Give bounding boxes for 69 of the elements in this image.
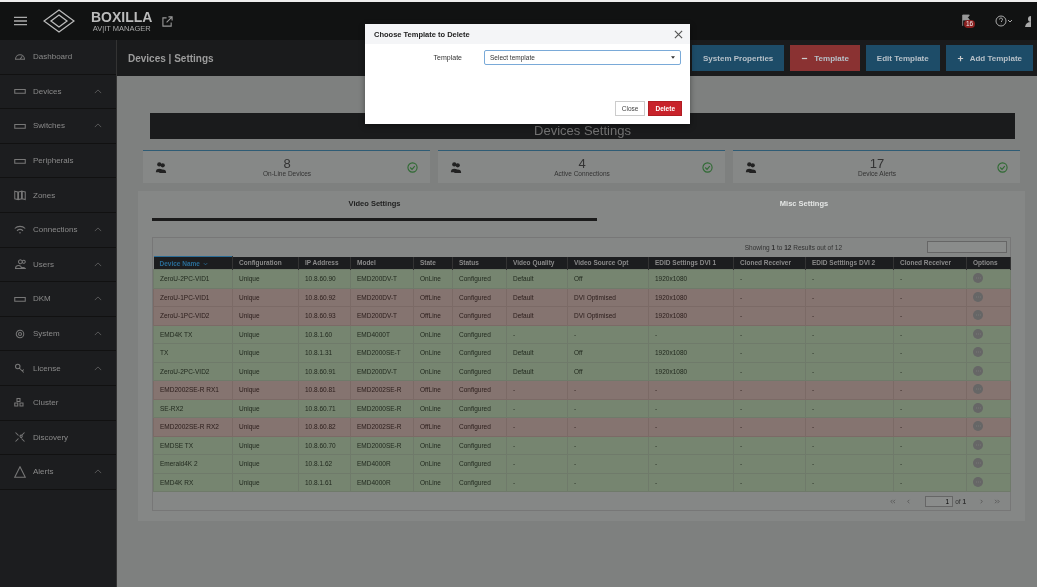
sidebar-item[interactable]: Zones: [0, 178, 116, 213]
sidebar-item[interactable]: Switches: [0, 109, 116, 144]
sidebar-item[interactable]: Cluster: [0, 385, 116, 421]
caret-icon: [671, 56, 675, 59]
chevron-up-icon: [94, 365, 102, 371]
sidebar-item[interactable]: Alerts: [0, 455, 116, 490]
double-chevron-left-icon: [888, 498, 896, 504]
chevron-right-icon: [977, 498, 985, 504]
double-chevron-right-icon: [993, 498, 1001, 504]
sidebar-item[interactable]: Dashboard: [0, 40, 116, 75]
map-icon: [14, 189, 26, 202]
chevron-up-icon: [94, 88, 102, 94]
options-icon[interactable]: [973, 310, 983, 321]
chevron-up-icon: [94, 296, 102, 302]
sidebar-item[interactable]: License: [0, 351, 116, 386]
warning-icon: [14, 465, 26, 478]
options-icon[interactable]: [973, 328, 983, 339]
external-link-icon[interactable]: [162, 15, 174, 27]
header-button[interactable]: Edit Template: [865, 45, 940, 71]
options-icon[interactable]: [973, 347, 983, 358]
stat-value: 8: [283, 157, 291, 170]
check-circle-icon: [407, 161, 418, 173]
check-circle-icon: [702, 161, 713, 173]
sidebar-item[interactable]: System: [0, 316, 116, 352]
chevron-up-icon: [94, 123, 102, 129]
chevron-up-icon: [94, 261, 102, 267]
brand-name: BOXILLA: [91, 9, 153, 25]
header-button[interactable]: Template: [790, 45, 860, 71]
options-icon[interactable]: [973, 476, 983, 487]
close-icon[interactable]: [674, 29, 683, 39]
sort-caret-icon: [203, 261, 208, 266]
sidebar-item[interactable]: Devices: [0, 74, 116, 110]
plus-icon: [956, 54, 964, 62]
users-icon: [14, 258, 26, 271]
users-icon: [450, 161, 462, 173]
stat-value: 4: [578, 157, 586, 170]
help-icon[interactable]: [995, 15, 1015, 27]
options-icon[interactable]: [973, 439, 983, 450]
chevron-left-icon: [904, 498, 912, 504]
user-icon[interactable]: [1025, 15, 1031, 27]
options-icon[interactable]: [973, 291, 983, 302]
chevron-up-icon: [94, 227, 102, 233]
key-icon: [14, 362, 26, 375]
cluster-icon: [14, 396, 26, 409]
sidebar-item[interactable]: Discovery: [0, 420, 116, 456]
options-icon[interactable]: [973, 384, 983, 395]
page-title: Devices | Settings: [128, 52, 214, 64]
diamond-logo-icon: [43, 9, 75, 33]
options-icon[interactable]: [973, 402, 983, 413]
options-icon[interactable]: [973, 273, 983, 284]
stat-value: 17: [869, 157, 885, 170]
sidebar-item[interactable]: DKM: [0, 282, 116, 317]
sidebar-item[interactable]: Connections: [0, 212, 116, 248]
chevron-up-icon: [94, 469, 102, 475]
sidebar-item[interactable]: Peripherals: [0, 143, 116, 179]
options-icon[interactable]: [973, 365, 983, 376]
sidebar-item[interactable]: Users: [0, 247, 116, 283]
users-icon: [745, 161, 757, 173]
wifi-icon: [14, 223, 26, 236]
header-button[interactable]: Add Template: [945, 45, 1033, 71]
chevron-up-icon: [94, 331, 102, 337]
users-icon: [155, 161, 167, 173]
options-icon[interactable]: [973, 458, 983, 469]
check-circle-icon: [997, 161, 1008, 173]
search-field[interactable]: [927, 241, 1007, 253]
flag-icon[interactable]: [961, 14, 971, 26]
header-button[interactable]: System Properties: [692, 45, 785, 71]
options-icon[interactable]: [973, 421, 983, 432]
menu-icon[interactable]: [14, 16, 27, 26]
